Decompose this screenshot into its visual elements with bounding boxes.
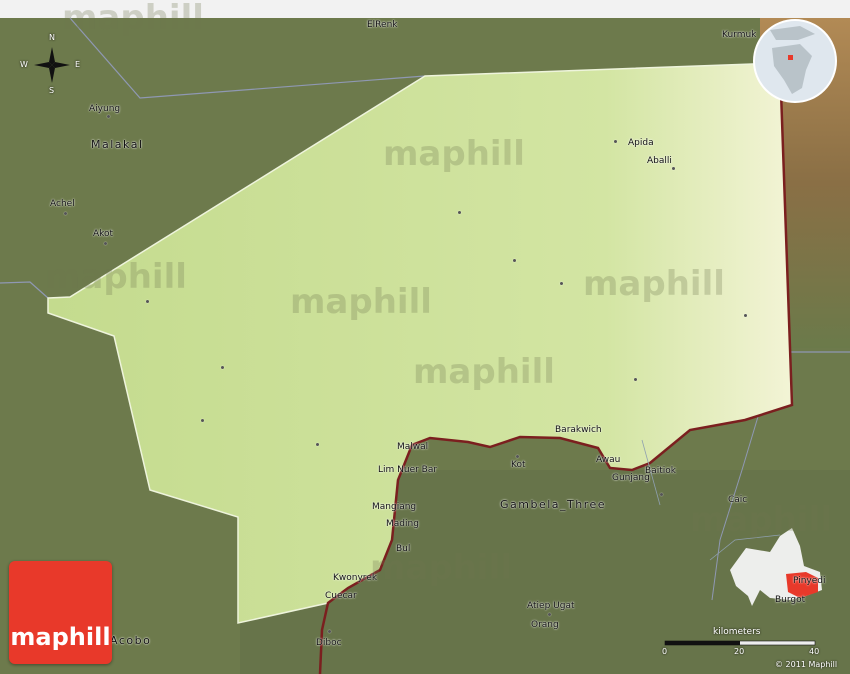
scale-bar-black	[665, 641, 740, 645]
place-dot	[458, 211, 461, 214]
place-dot	[104, 242, 107, 245]
watermark-text: maphill	[62, 0, 204, 38]
place-label: Gambela_Three	[500, 498, 607, 511]
place-dot	[548, 613, 551, 616]
place-label: Awau	[596, 455, 621, 465]
place-dot	[672, 167, 675, 170]
watermark-text: maphill	[290, 282, 432, 322]
place-label: Lim Nuer Bar	[378, 465, 438, 475]
place-label: Kot	[511, 460, 526, 470]
scale-tick-label: 20	[734, 647, 745, 656]
place-dot	[516, 455, 519, 458]
place-label: ElRenk	[367, 20, 398, 30]
place-label: Mading	[386, 519, 419, 529]
place-label: Malakal	[91, 138, 144, 151]
copyright-notice: © 2011 Maphill	[775, 660, 838, 669]
map-stage: maphill maphill maphill maphill maphill …	[0, 0, 850, 674]
place-label: Acobo	[110, 634, 152, 647]
place-dot	[64, 212, 67, 215]
place-label: Atiep Ugat	[527, 601, 575, 611]
compass-east: E	[75, 60, 81, 69]
scale-title: kilometers	[713, 627, 761, 637]
globe-location-marker	[788, 55, 793, 60]
place-label: Baitiok	[645, 466, 676, 476]
scale-tick-label: 0	[662, 647, 668, 656]
watermark-text: maphill	[690, 500, 832, 540]
place-dot	[201, 419, 204, 422]
place-dot	[328, 630, 331, 633]
watermark-text: maphill	[370, 548, 512, 588]
watermark-text: maphill	[383, 134, 525, 174]
maphill-logo-text: maphill	[10, 623, 111, 651]
place-dot	[221, 366, 224, 369]
place-label: Kwonyrek	[333, 573, 378, 583]
compass-west: W	[20, 60, 28, 69]
place-label: Cuecar	[325, 591, 357, 601]
place-dot	[107, 115, 110, 118]
compass-north: N	[49, 33, 55, 42]
place-dot	[744, 314, 747, 317]
place-label: Barakwich	[555, 425, 602, 435]
place-label: Burgot	[775, 595, 806, 605]
place-label: Kurmuk	[722, 30, 757, 40]
place-dot	[660, 493, 663, 496]
place-label: Mangiang	[372, 502, 417, 512]
place-label: Aballi	[647, 156, 672, 166]
maphill-logo[interactable]: maphill	[9, 561, 112, 664]
watermark-text: maphill	[413, 352, 555, 392]
place-label: Akot	[93, 229, 114, 239]
place-dot	[560, 282, 563, 285]
place-label: Pinyedi	[793, 576, 826, 586]
place-dot	[634, 378, 637, 381]
watermark-text: maphill	[583, 264, 725, 304]
scale-bar-white	[740, 641, 815, 645]
place-label: Malwal	[397, 442, 429, 452]
place-label: Caic	[728, 495, 748, 505]
place-label: Diboc	[316, 638, 342, 648]
place-label: Orang	[531, 620, 559, 630]
place-label: Apida	[628, 138, 654, 148]
place-dot	[316, 443, 319, 446]
compass-south: S	[49, 86, 55, 95]
place-dot	[614, 140, 617, 143]
place-label: Aiyung	[89, 104, 121, 114]
place-label: Achel	[50, 199, 75, 209]
place-dot	[146, 300, 149, 303]
scale-tick-label: 40	[809, 647, 820, 656]
place-dot	[513, 259, 516, 262]
watermark-text: maphill	[45, 257, 187, 297]
place-label: Bul	[396, 544, 411, 554]
